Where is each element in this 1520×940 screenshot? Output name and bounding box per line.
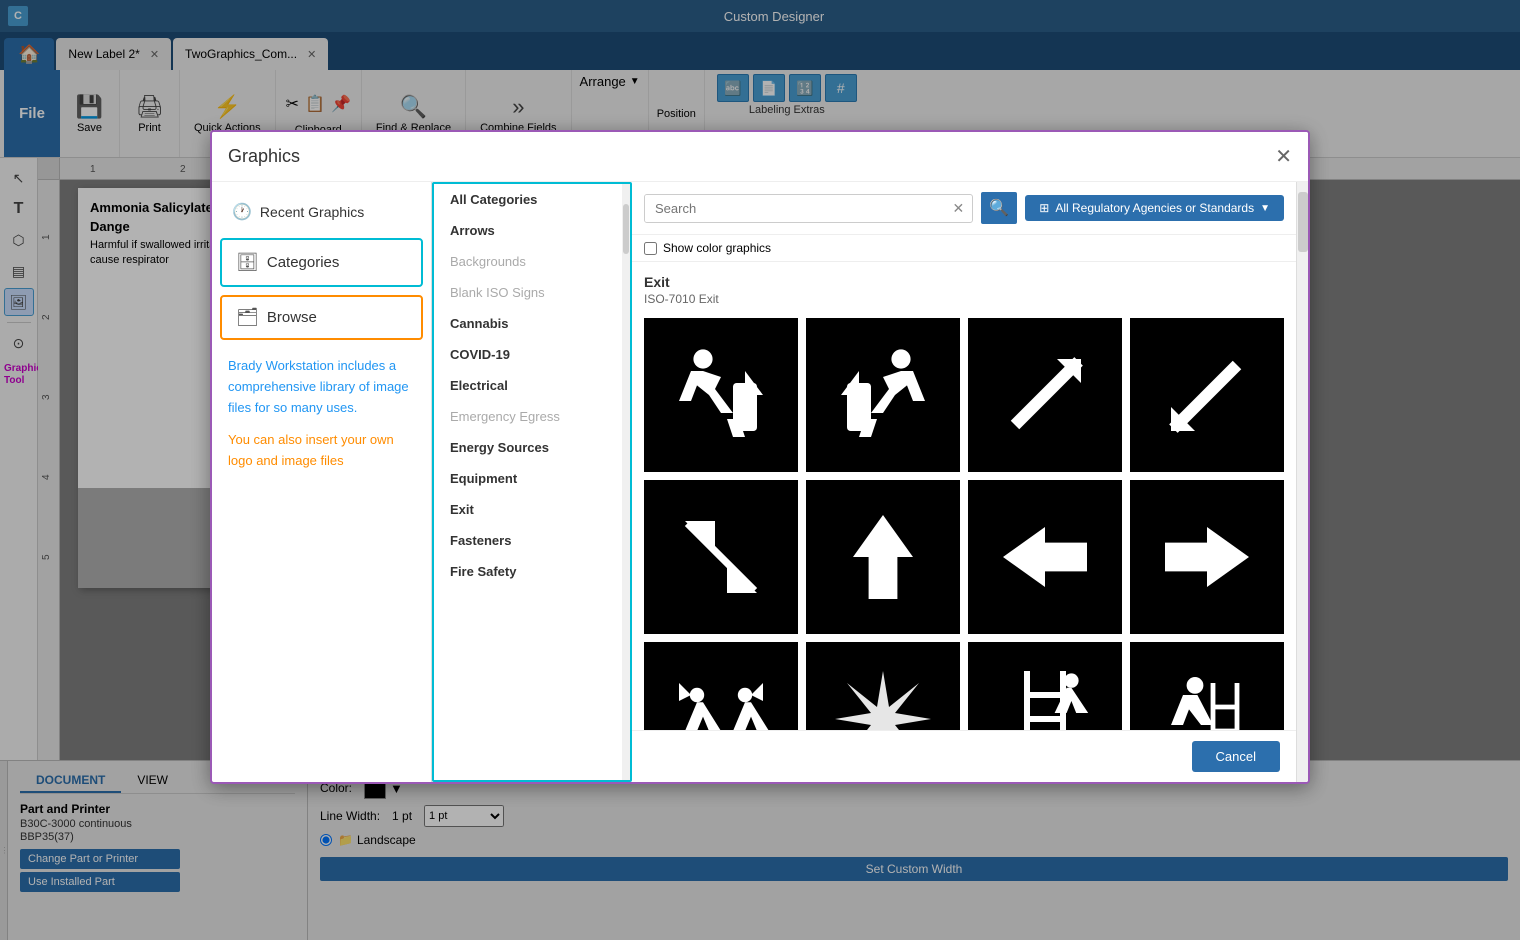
dialog-overlay: Graphics ✕ 🕐 Recent Graphics 🗄 Categorie… bbox=[0, 0, 1520, 940]
info-blue-text: Brady Workstation includes a comprehensi… bbox=[228, 356, 415, 418]
graphic-item[interactable] bbox=[1130, 642, 1284, 730]
color-check-row: Show color graphics bbox=[632, 235, 1296, 262]
graphic-item[interactable] bbox=[968, 318, 1122, 472]
graphic-item[interactable] bbox=[806, 318, 960, 472]
graphic-item[interactable] bbox=[644, 480, 798, 634]
graphic-item[interactable] bbox=[1130, 480, 1284, 634]
browse-icon: 🗂 bbox=[236, 307, 259, 328]
browse-label: Browse bbox=[267, 309, 317, 326]
section-sub: ISO-7010 Exit bbox=[644, 292, 1284, 306]
filter-button[interactable]: ⊞ All Regulatory Agencies or Standards ▼ bbox=[1025, 195, 1284, 221]
dialog-title: Graphics bbox=[228, 146, 300, 167]
category-item[interactable]: Equipment bbox=[434, 463, 630, 494]
graphic-item[interactable] bbox=[968, 642, 1122, 730]
graphic-item[interactable] bbox=[644, 318, 798, 472]
recent-graphics-label: Recent Graphics bbox=[260, 204, 364, 220]
category-item[interactable]: Cannabis bbox=[434, 308, 630, 339]
cancel-button[interactable]: Cancel bbox=[1192, 741, 1280, 772]
category-item[interactable]: Arrows bbox=[434, 215, 630, 246]
dialog-scrollbar[interactable] bbox=[1296, 182, 1308, 782]
category-item[interactable]: COVID-19 bbox=[434, 339, 630, 370]
dialog-content: ✕ 🔍 ⊞ All Regulatory Agencies or Standar… bbox=[632, 182, 1296, 782]
category-item[interactable]: Emergency Egress bbox=[434, 401, 630, 432]
graphics-area: Exit ISO-7010 Exit bbox=[632, 262, 1296, 730]
categories-button[interactable]: 🗄 Categories bbox=[222, 240, 421, 285]
category-item[interactable]: Backgrounds bbox=[434, 246, 630, 277]
category-item[interactable]: All Categories bbox=[434, 184, 630, 215]
search-button[interactable]: 🔍 bbox=[981, 192, 1017, 224]
search-clear-button[interactable]: ✕ bbox=[945, 196, 973, 221]
section-title: Exit bbox=[644, 274, 1284, 290]
filter-icon: ⊞ bbox=[1039, 201, 1049, 215]
category-item[interactable]: Energy Sources bbox=[434, 432, 630, 463]
categories-section: 🗄 Categories bbox=[220, 238, 423, 287]
dialog-close-button[interactable]: ✕ bbox=[1275, 144, 1292, 169]
recent-graphics-item[interactable]: 🕐 Recent Graphics bbox=[220, 194, 423, 230]
graphics-grid bbox=[644, 318, 1284, 730]
search-input[interactable] bbox=[645, 195, 945, 222]
info-orange-text: You can also insert your own logo and im… bbox=[228, 430, 415, 472]
graphic-item[interactable] bbox=[806, 480, 960, 634]
browse-button[interactable]: 🗂 Browse bbox=[222, 297, 421, 338]
filter-dropdown-icon: ▼ bbox=[1260, 203, 1270, 214]
filter-label: All Regulatory Agencies or Standards bbox=[1055, 201, 1254, 215]
browse-section: 🗂 Browse bbox=[220, 295, 423, 340]
show-color-label[interactable]: Show color graphics bbox=[663, 241, 771, 255]
search-icon: 🔍 bbox=[989, 198, 1009, 218]
search-bar: ✕ 🔍 ⊞ All Regulatory Agencies or Standar… bbox=[632, 182, 1296, 235]
graphic-item[interactable] bbox=[806, 642, 960, 730]
categories-label: Categories bbox=[267, 254, 340, 271]
dialog-body: 🕐 Recent Graphics 🗄 Categories 🗂 Browse bbox=[212, 182, 1308, 782]
dialog-sidebar: 🕐 Recent Graphics 🗄 Categories 🗂 Browse bbox=[212, 182, 432, 782]
category-item[interactable]: Exit bbox=[434, 494, 630, 525]
graphics-dialog: Graphics ✕ 🕐 Recent Graphics 🗄 Categorie… bbox=[210, 130, 1310, 784]
categories-list: All CategoriesArrowsBackgroundsBlank ISO… bbox=[434, 184, 630, 587]
dialog-title-bar: Graphics ✕ bbox=[212, 132, 1308, 182]
graphic-item[interactable] bbox=[644, 642, 798, 730]
category-item[interactable]: Fasteners bbox=[434, 525, 630, 556]
dialog-footer: Cancel bbox=[632, 730, 1296, 782]
search-input-wrap: ✕ bbox=[644, 194, 973, 223]
graphic-item[interactable] bbox=[968, 480, 1122, 634]
info-text: Brady Workstation includes a comprehensi… bbox=[220, 340, 423, 488]
dialog-scroll-thumb[interactable] bbox=[1298, 192, 1308, 252]
category-item[interactable]: Electrical bbox=[434, 370, 630, 401]
graphic-item[interactable] bbox=[1130, 318, 1284, 472]
category-item[interactable]: Blank ISO Signs bbox=[434, 277, 630, 308]
show-color-checkbox[interactable] bbox=[644, 242, 657, 255]
clock-icon: 🕐 bbox=[232, 202, 252, 222]
cat-scrollbar-track[interactable] bbox=[622, 184, 630, 780]
cat-scrollbar-thumb[interactable] bbox=[623, 204, 629, 254]
categories-icon: 🗄 bbox=[236, 252, 259, 273]
category-item[interactable]: Fire Safety bbox=[434, 556, 630, 587]
categories-list-panel: All CategoriesArrowsBackgroundsBlank ISO… bbox=[432, 182, 632, 782]
